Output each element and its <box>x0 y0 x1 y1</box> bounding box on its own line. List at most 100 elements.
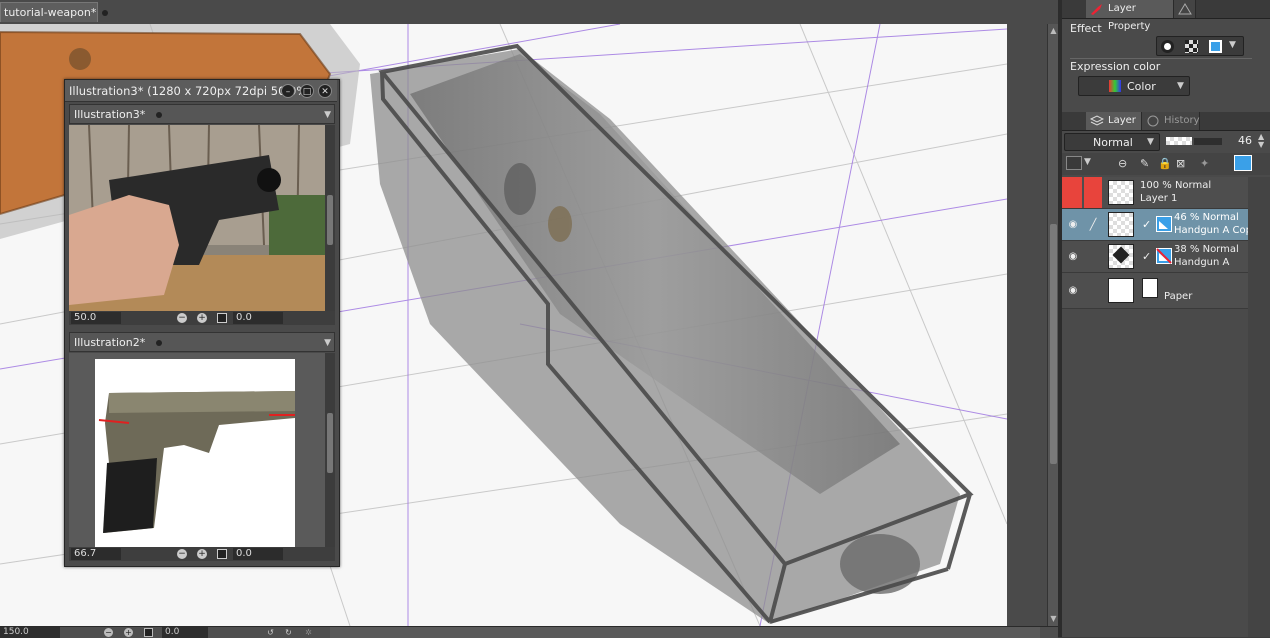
tab-layer[interactable]: Layer <box>1086 112 1142 130</box>
rotation-value[interactable]: 0.0 <box>162 627 208 638</box>
layer-color-swatch-icon[interactable] <box>1066 156 1082 170</box>
zoom-out-icon[interactable]: − <box>104 628 113 637</box>
pane-scrollbar-thumb[interactable] <box>327 413 333 473</box>
opacity-stepper[interactable]: ▲ ▼ <box>1258 133 1264 149</box>
tab-close-dot-icon[interactable] <box>102 10 109 16</box>
zoom-out-icon[interactable]: − <box>177 549 187 559</box>
minimize-icon[interactable]: – <box>281 84 295 98</box>
tab-navigator[interactable] <box>1174 0 1196 18</box>
pane-zoom-value[interactable]: 50.0 <box>71 312 121 324</box>
blend-mode-dropdown[interactable]: Normal ▼ <box>1064 133 1160 151</box>
layer-row[interactable]: 100 % Normal Layer 1 <box>1062 177 1248 209</box>
layer-toolbar: ▼ ⊖ ✎ 🔒 ⊠ ✦ <box>1062 153 1270 175</box>
chevron-down-icon: ▼ <box>1177 81 1184 91</box>
layer-row-selected[interactable]: ◉ ╱ ✓ 46 % Normal Handgun A Copy <box>1062 209 1258 241</box>
pane-image-view[interactable] <box>69 353 325 547</box>
layer-name: Handgun A <box>1174 257 1230 268</box>
sub-view-pane-header[interactable]: Illustration3* ▼ <box>69 104 335 124</box>
opacity-slider[interactable] <box>1194 138 1222 145</box>
pane-title: Illustration2* <box>74 336 146 349</box>
layer-lock-toggle[interactable] <box>1084 177 1102 208</box>
close-icon[interactable]: ✕ <box>318 84 332 98</box>
fit-view-icon[interactable] <box>217 313 227 323</box>
reference-photo-pistol-hand <box>69 125 325 311</box>
border-effect-icon[interactable] <box>1161 40 1174 53</box>
layer-color-icon[interactable] <box>1209 40 1222 53</box>
pane-rotation-value[interactable]: 0.0 <box>233 312 283 324</box>
chevron-down-icon[interactable]: ▼ <box>1229 40 1236 50</box>
tab-history[interactable]: History <box>1142 112 1200 130</box>
opacity-value[interactable]: 46 <box>1238 134 1252 147</box>
lock-icon[interactable]: 🔒 <box>1158 157 1172 170</box>
layer-opacity-mode: 46 % Normal <box>1174 212 1239 223</box>
sub-view-title[interactable]: Illustration3* (1280 x 720px 72dpi 50.0%… <box>65 80 337 102</box>
tab-label: History <box>1164 115 1200 126</box>
layer-row[interactable]: ◉ ✓ 38 % Normal Handgun A <box>1062 241 1248 273</box>
triangle-icon <box>1178 3 1192 15</box>
eye-icon[interactable]: ◉ <box>1066 251 1080 263</box>
layer-name: Handgun A Copy <box>1174 225 1258 236</box>
lock-transparent-icon[interactable]: ⊠ <box>1176 157 1185 170</box>
layer-lock-toggle[interactable] <box>1084 241 1102 272</box>
tone-effect-icon[interactable] <box>1185 40 1198 53</box>
pen-icon[interactable]: ╱ <box>1084 209 1102 240</box>
chevron-down-icon[interactable]: ▼ <box>1084 157 1091 167</box>
pane-menu-icon[interactable]: ▼ <box>324 333 331 353</box>
document-tab[interactable]: tutorial-weapon* <box>0 2 109 22</box>
layer-color-icon[interactable] <box>1234 155 1252 171</box>
pane-zoom-value[interactable]: 66.7 <box>71 548 121 560</box>
maximize-icon[interactable]: □ <box>300 84 314 98</box>
scroll-up-icon[interactable]: ▲ <box>1049 26 1058 35</box>
layer-thumbnail <box>1108 278 1134 303</box>
scroll-down-icon[interactable]: ▼ <box>1049 614 1058 623</box>
pane-title: Illustration3* <box>74 108 146 121</box>
rotate-right-icon[interactable]: ↻ <box>284 628 293 637</box>
draft-layer-icon[interactable]: ✎ <box>1140 157 1149 170</box>
zoom-in-icon[interactable]: + <box>124 628 133 637</box>
blend-mode-value: Normal <box>1093 136 1133 149</box>
pane-close-dot-icon[interactable] <box>156 112 162 118</box>
reset-rotation-icon[interactable]: ✲ <box>304 628 313 637</box>
fit-view-icon[interactable] <box>217 549 227 559</box>
layer-lock-toggle[interactable] <box>1084 273 1102 304</box>
layer-visibility-toggle[interactable] <box>1062 177 1082 208</box>
color-icon <box>1109 80 1121 92</box>
pane-footer: 66.7 − + 0.0 <box>69 547 335 561</box>
layer-thumbnail <box>1108 212 1134 237</box>
eye-icon[interactable]: ◉ <box>1066 219 1080 231</box>
pane-image-view[interactable] <box>69 125 325 311</box>
fit-view-icon[interactable] <box>144 628 153 637</box>
canvas-horizontal-scrollbar[interactable] <box>330 627 1040 638</box>
layer-row[interactable]: ◉ Paper <box>1062 273 1248 309</box>
zoom-in-icon[interactable]: + <box>197 313 207 323</box>
zoom-in-icon[interactable]: + <box>197 549 207 559</box>
mask-icon <box>1156 216 1172 232</box>
rotate-left-icon[interactable]: ↺ <box>266 628 275 637</box>
sub-view-window[interactable]: Illustration3* (1280 x 720px 72dpi 50.0%… <box>64 79 340 567</box>
layer-thumbnail <box>1108 244 1134 269</box>
scrollbar-thumb[interactable] <box>1050 224 1057 464</box>
canvas-status-bar: 150.0 − + 0.0 ↺ ↻ ✲ <box>0 626 1058 638</box>
pane-scrollbar[interactable] <box>325 125 335 311</box>
zoom-value[interactable]: 150.0 <box>0 627 60 638</box>
zoom-out-icon[interactable]: − <box>177 313 187 323</box>
pane-scrollbar-thumb[interactable] <box>327 195 333 245</box>
layer-name: Layer 1 <box>1140 193 1178 204</box>
reference-layer-icon[interactable]: ⊖ <box>1118 157 1127 170</box>
pane-rotation-value[interactable]: 0.0 <box>233 548 283 560</box>
pane-footer: 50.0 − + 0.0 <box>69 311 335 325</box>
document-tab-title: tutorial-weapon* <box>4 6 97 19</box>
opacity-preview <box>1166 137 1192 145</box>
eye-icon[interactable]: ◉ <box>1066 285 1080 297</box>
pane-close-dot-icon[interactable] <box>156 340 162 346</box>
handgun-thumb-icon <box>1112 246 1130 264</box>
pane-menu-icon[interactable]: ▼ <box>324 105 331 125</box>
clip-layer-icon[interactable]: ✦ <box>1200 157 1209 170</box>
effect-buttons[interactable]: ▼ <box>1156 36 1244 56</box>
sub-view-pane-header[interactable]: Illustration2* ▼ <box>69 332 335 352</box>
layer-name: Paper <box>1164 291 1193 302</box>
tab-layer-property[interactable]: Layer Property <box>1086 0 1174 32</box>
pane-scrollbar[interactable] <box>325 353 335 547</box>
expression-color-dropdown[interactable]: Color ▼ <box>1078 76 1190 96</box>
layer-list-scrollbar[interactable] <box>1248 177 1270 637</box>
